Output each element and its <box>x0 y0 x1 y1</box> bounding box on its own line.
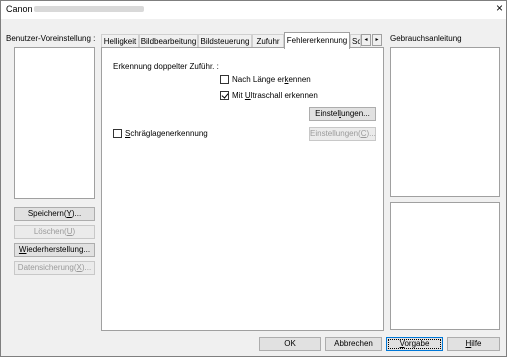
ultrasonic-label: Mit Ultraschall erkennen <box>232 91 318 100</box>
double-feed-label: Erkennung doppelter Zuführ. : <box>113 62 219 71</box>
tab-scroll-right-icon[interactable]: ▸ <box>372 34 382 46</box>
tab-bildbearbeitung[interactable]: Bildbearbeitung <box>139 34 198 48</box>
skew-detection-checkbox[interactable] <box>113 129 122 138</box>
help-panel-top <box>390 47 500 197</box>
default-button[interactable]: Vorgabe <box>386 337 443 351</box>
by-length-checkbox[interactable] <box>220 75 229 84</box>
restore-button[interactable]: Wiederherstellung... <box>14 243 95 257</box>
backup-button[interactable]: Datensicherung(X)... <box>14 261 95 275</box>
by-length-label: Nach Länge erkennen <box>232 75 311 84</box>
help-panel-label: Gebrauchsanleitung <box>390 34 462 43</box>
tab-fehlererkennung[interactable]: Fehlererkennung <box>284 32 350 49</box>
close-icon[interactable]: × <box>493 1 506 17</box>
save-preset-button[interactable]: Speichern(Y)... <box>14 207 95 221</box>
cancel-button[interactable]: Abbrechen <box>325 337 382 351</box>
skew-detection-label: Schräglagenerkennung <box>125 129 208 138</box>
tab-zufuhr[interactable]: Zufuhr <box>252 34 284 48</box>
tab-scroll-left-icon[interactable]: ◂ <box>361 34 371 46</box>
tab-sc-partial[interactable]: Sc <box>350 34 361 48</box>
skew-settings-button[interactable]: Einstellungen(C)... <box>309 127 376 141</box>
double-feed-settings-button[interactable]: Einstellungen... <box>309 107 376 121</box>
user-presets-label: Benutzer-Voreinstellung : <box>6 34 96 43</box>
help-button[interactable]: Hilfe <box>447 337 500 351</box>
delete-preset-button[interactable]: Löschen(U) <box>14 225 95 239</box>
ultrasonic-checkbox[interactable] <box>220 91 229 100</box>
tab-bildsteuerung[interactable]: Bildsteuerung <box>198 34 252 48</box>
redacted-model-name <box>34 6 144 12</box>
fehlererkennung-page <box>101 47 384 331</box>
ok-button[interactable]: OK <box>259 337 321 351</box>
tab-helligkeit[interactable]: Helligkeit <box>101 34 139 48</box>
window-title: Canon <box>6 4 33 14</box>
user-presets-list[interactable] <box>14 47 95 199</box>
help-panel-bottom <box>390 202 500 330</box>
